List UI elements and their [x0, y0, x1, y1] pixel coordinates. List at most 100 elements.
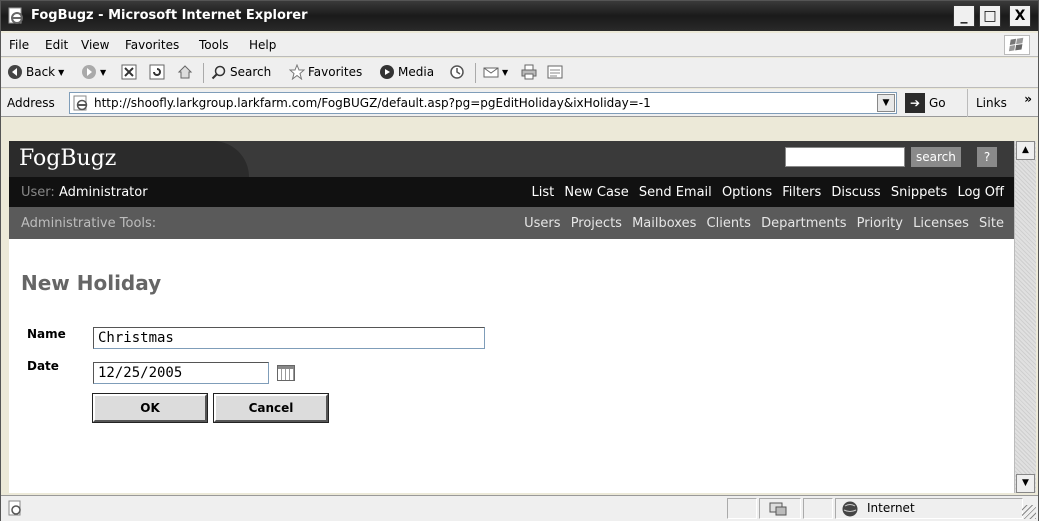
user-info: User: Administrator	[21, 185, 148, 200]
page-status-icon	[8, 500, 21, 516]
resize-grip-icon[interactable]	[1022, 505, 1036, 519]
admin-nav-users[interactable]: Users	[524, 216, 560, 231]
media-icon	[380, 65, 394, 79]
menu-file[interactable]: File	[9, 38, 29, 52]
search-button[interactable]: Search	[211, 64, 271, 80]
menu-edit[interactable]: Edit	[45, 38, 68, 52]
close-button[interactable]: X	[1009, 5, 1031, 27]
history-button[interactable]	[449, 64, 465, 80]
stop-icon	[121, 64, 137, 80]
refresh-button[interactable]	[149, 64, 165, 80]
home-button[interactable]	[177, 64, 193, 80]
admin-nav-departments[interactable]: Departments	[761, 216, 846, 231]
scroll-up-icon[interactable]: ▲	[1016, 141, 1035, 160]
nav-list[interactable]: List	[532, 185, 555, 200]
fogbugz-logo[interactable]: FogBugz	[19, 146, 116, 171]
address-bar: Address http://shoofly.larkgroup.larkfar…	[1, 89, 1038, 117]
nav-filters[interactable]: Filters	[782, 185, 821, 200]
offline-icon	[769, 502, 787, 516]
forward-dropdown-icon[interactable]: ▼	[100, 68, 106, 77]
nav-log-off[interactable]: Log Off	[957, 185, 1004, 200]
links-chevron-icon[interactable]: »	[1024, 92, 1032, 106]
name-field[interactable]	[93, 327, 485, 349]
back-button[interactable]: Back ▼	[7, 64, 64, 80]
calendar-icon[interactable]	[277, 365, 295, 381]
nav-snippets[interactable]: Snippets	[891, 185, 947, 200]
minimize-button[interactable]: _	[953, 5, 975, 27]
maximize-button[interactable]: □	[979, 5, 1001, 27]
address-label: Address	[7, 96, 55, 110]
edit-page-icon	[547, 65, 563, 79]
edit-button[interactable]	[547, 64, 563, 80]
nav-options[interactable]: Options	[722, 185, 772, 200]
browser-window: FogBugz - Microsoft Internet Explorer _ …	[0, 0, 1039, 521]
admin-nav-clients[interactable]: Clients	[707, 216, 751, 231]
favorites-button[interactable]: Favorites	[289, 64, 362, 80]
status-cell-zone	[835, 498, 1023, 519]
user-bar: User: Administrator List New Case Send E…	[9, 177, 1014, 207]
vertical-scrollbar[interactable]: ▲ ▼	[1014, 141, 1036, 493]
favorites-label: Favorites	[308, 65, 363, 79]
admin-nav-licenses[interactable]: Licenses	[913, 216, 969, 231]
date-field[interactable]	[93, 362, 269, 384]
address-input[interactable]: http://shoofly.larkgroup.larkfarm.com/Fo…	[69, 92, 897, 114]
status-cell-blank-2	[803, 498, 833, 519]
address-url: http://shoofly.larkgroup.larkfarm.com/Fo…	[94, 96, 651, 110]
forward-button[interactable]: ▼	[81, 64, 106, 80]
nav-send-email[interactable]: Send Email	[639, 185, 712, 200]
toolbar: Back ▼ ▼ Search Favorites Media ▼	[1, 58, 1038, 88]
mail-button[interactable]: ▼	[483, 64, 508, 80]
back-arrow-icon	[8, 65, 22, 79]
help-button[interactable]: ?	[977, 147, 997, 167]
zone-label: Internet	[867, 501, 915, 515]
go-button[interactable]: ➔ Go	[905, 93, 946, 113]
menu-tools[interactable]: Tools	[199, 38, 229, 52]
ie-page-icon	[73, 95, 88, 111]
back-dropdown-icon[interactable]: ▼	[58, 68, 64, 77]
date-label: Date	[27, 359, 59, 373]
admin-nav-site[interactable]: Site	[979, 216, 1004, 231]
media-label: Media	[398, 65, 435, 79]
admin-tools-label: Administrative Tools:	[21, 216, 157, 231]
go-arrow-icon: ➔	[905, 93, 925, 113]
user-label: User:	[21, 185, 55, 200]
status-cell-blank	[727, 498, 757, 519]
admin-nav-mailboxes[interactable]: Mailboxes	[632, 216, 696, 231]
star-icon	[289, 64, 305, 80]
globe-icon	[842, 501, 858, 517]
menu-favorites[interactable]: Favorites	[125, 38, 179, 52]
status-cell-security	[759, 498, 801, 519]
search-input[interactable]	[785, 147, 905, 167]
admin-nav-projects[interactable]: Projects	[571, 216, 622, 231]
scroll-down-icon[interactable]: ▼	[1016, 474, 1035, 493]
back-label: Back	[26, 65, 56, 79]
stop-button[interactable]	[121, 64, 137, 80]
printer-icon	[521, 64, 537, 80]
search-submit-button[interactable]: search	[911, 147, 961, 167]
search-label: Search	[230, 65, 272, 79]
title-bar: FogBugz - Microsoft Internet Explorer _ …	[1, 1, 1038, 31]
page-title: New Holiday	[21, 271, 162, 295]
menu-help[interactable]: Help	[249, 38, 276, 52]
admin-nav: Users Projects Mailboxes Clients Departm…	[518, 216, 1004, 231]
nav-discuss[interactable]: Discuss	[831, 185, 880, 200]
ok-button[interactable]: OK	[92, 393, 208, 423]
links-toolbar[interactable]: Links »	[967, 89, 1038, 117]
address-dropdown-icon[interactable]: ▼	[877, 94, 895, 112]
mail-dropdown-icon[interactable]: ▼	[502, 68, 508, 77]
status-bar: Internet	[1, 495, 1038, 521]
cancel-button[interactable]: Cancel	[213, 393, 329, 423]
main-nav: List New Case Send Email Options Filters…	[526, 185, 1004, 200]
page-content: FogBugz search ? User: Administrator Lis…	[9, 141, 1014, 493]
print-button[interactable]	[521, 64, 537, 80]
history-icon	[450, 65, 464, 79]
menu-bar: File Edit View Favorites Tools Help	[1, 33, 1038, 57]
admin-nav-priority[interactable]: Priority	[857, 216, 903, 231]
menu-view[interactable]: View	[81, 38, 109, 52]
media-button[interactable]: Media	[379, 64, 434, 80]
ie-page-icon	[8, 7, 23, 24]
nav-new-case[interactable]: New Case	[564, 185, 628, 200]
links-label: Links	[976, 96, 1007, 110]
go-label: Go	[929, 96, 946, 110]
home-icon	[177, 65, 193, 79]
